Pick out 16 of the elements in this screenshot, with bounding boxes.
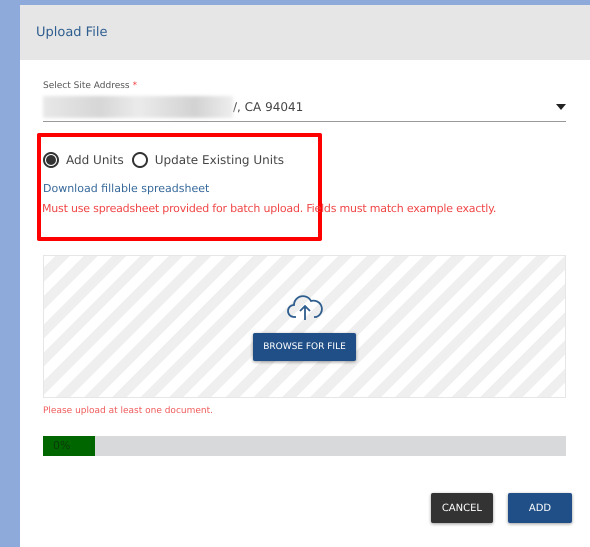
file-dropzone[interactable]: BROWSE FOR FILE	[43, 255, 566, 398]
browse-file-button[interactable]: BROWSE FOR FILE	[253, 332, 356, 360]
required-mark: *	[132, 81, 138, 91]
cancel-button[interactable]: CANCEL	[430, 493, 493, 523]
add-button[interactable]: ADD	[508, 493, 572, 523]
window-title: Upload File	[36, 25, 108, 40]
field-label: Select Site Address	[43, 81, 130, 91]
radio-label: Update Existing Units	[154, 153, 284, 167]
radio-button[interactable]	[43, 152, 59, 168]
radio-label: Add Units	[66, 153, 124, 167]
site-address-dropdown[interactable]: /, CA 94041	[43, 93, 566, 122]
download-link[interactable]: Download fillable spreadsheet	[43, 182, 210, 195]
caret-icon	[556, 104, 566, 110]
error-text: Please upload at least one document.	[43, 406, 214, 416]
radio-button[interactable]	[132, 152, 148, 168]
cloud-upload-icon	[286, 292, 322, 320]
